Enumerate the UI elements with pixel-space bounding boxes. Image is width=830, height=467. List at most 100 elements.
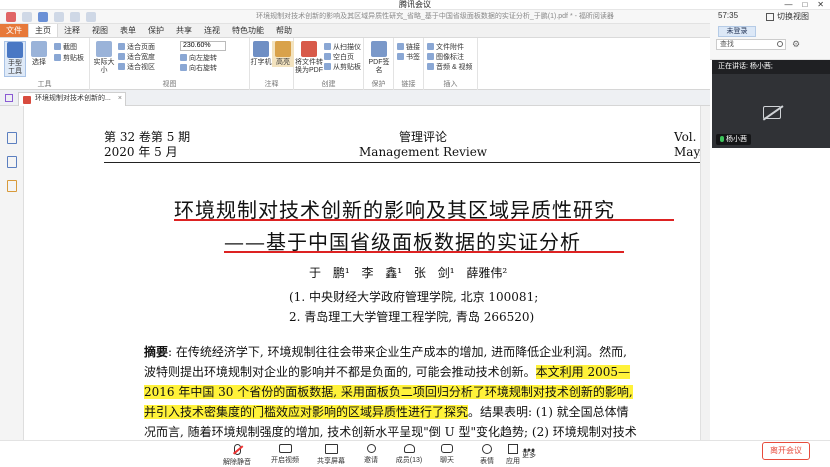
start-video-button[interactable]: 开启视频 [266,444,304,465]
blank-page-icon [324,53,331,60]
rotate-right-icon [180,64,187,71]
members-button[interactable]: 成员(13) [390,444,428,465]
fit-width-label: 适合宽度 [127,53,155,61]
tab-file[interactable]: 文件 [0,24,28,37]
switch-view-button[interactable]: 切换视图 [766,11,809,22]
rotate-right-button[interactable]: 向右旋转 [180,63,217,72]
signature-icon [371,41,387,57]
fit-page-button[interactable]: 适合页面 [118,42,155,51]
select-tool-button[interactable]: 选择 [28,41,50,67]
highlight-button[interactable]: 高亮 [272,41,294,67]
print-icon[interactable] [54,12,64,22]
redo-icon[interactable] [86,12,96,22]
pdf-sign-button[interactable]: PDF签名 [368,41,390,75]
actual-size-button[interactable]: 实际大小 [93,41,115,75]
rotate-left-button[interactable]: 向左旋转 [180,53,217,62]
fit-page-icon [118,43,125,50]
convert-pdf-button[interactable]: 将文件转换为PDF [295,41,323,75]
maximize-button[interactable]: □ [802,0,807,10]
scanner-icon [324,43,331,50]
document-tab[interactable]: 环境规制对技术创新的... × [18,92,126,106]
group-label-protect: 保护 [371,81,386,88]
minimize-button[interactable]: — [784,0,792,10]
share-screen-button[interactable]: 共享屏幕 [312,444,350,466]
attachment-icon [427,43,434,50]
hand-tool-button[interactable]: 手型工具 [4,41,26,77]
from-scanner-button[interactable]: 从扫描仪 [324,42,361,51]
abstract-highlight-4: 并引入技术密集度的门槛效应对影响的区域异质性进行了探究 [144,405,469,419]
gear-icon[interactable]: ⚙ [792,39,800,50]
bookmark-label: 书签 [406,53,420,61]
meeting-title: 腾讯会议 [399,0,431,9]
tab-home[interactable]: 主页 [28,24,58,37]
audio-video-button[interactable]: 音频 & 视频 [427,62,473,71]
tab-help[interactable]: 帮助 [270,24,298,37]
bookmark-button[interactable]: 书签 [397,52,420,61]
header-rule [104,162,704,163]
save-icon[interactable] [38,12,48,22]
document-tab-strip: 环境规制对技术创新的... × [0,90,710,106]
page-header-center: 管理评论 Management Review [359,130,487,160]
pages-panel-icon[interactable] [7,156,17,168]
from-clipboard-button[interactable]: 从剪贴板 [324,62,361,71]
start-page-icon[interactable] [5,94,13,102]
hand-tool-label: 手型工具 [8,60,22,75]
unmute-label: 解除静音 [223,459,251,466]
link-label: 链接 [406,43,420,51]
close-button[interactable]: ✕ [817,0,824,10]
document-scrollbar[interactable] [700,106,710,440]
screen-share-icon [324,444,338,454]
abstract-text-4: 。结果表明: (1) 就全国总体情 [468,405,629,419]
tab-connect[interactable]: 连视 [198,24,226,37]
chat-button[interactable]: 聊天 [428,444,466,465]
fit-visible-button[interactable]: 适合视区 [118,62,155,71]
abstract-text-5: 况而言, 随着环境规制强度的增加, 技术创新水平呈现"倒 U 型"变化趋势; (… [144,425,637,439]
start-video-label: 开启视频 [271,457,299,464]
tab-comment[interactable]: 注释 [58,24,86,37]
fit-width-icon [118,53,125,60]
invite-button[interactable]: 邀请 [352,444,390,465]
close-tab-icon[interactable]: × [118,93,122,105]
more-button[interactable]: 更多 [510,444,548,460]
pdf-window-title: 环境规制对技术创新的影响及其区域异质性研究_省略_基于中国省级面板数据的实证分析… [256,13,614,20]
rotate-left-icon [180,54,187,61]
file-attachment-button[interactable]: 文件附件 [427,42,464,51]
search-icon [777,41,783,47]
leave-meeting-button[interactable]: 离开会议 [762,442,810,460]
search-input[interactable]: 查找 [716,39,786,50]
fit-page-label: 适合页面 [127,43,155,51]
tab-view[interactable]: 视图 [86,24,114,37]
ribbon-group-comment: 打字机 高亮 注释 [250,38,294,90]
undo-icon[interactable] [70,12,80,22]
publication-date: 2020 年 5 月 [104,145,178,159]
unmute-button[interactable]: 解除静音 [218,444,256,467]
speaking-indicator: 正在讲话: 杨小茜; [712,60,830,74]
abstract-line-2: 波特则提出环境规制对企业的影响并不都是负面的, 可能会推动技术创新。本文利用 2… [144,362,704,382]
ribbon-group-view: 实际大小 适合页面 适合宽度 适合视区 230.60% 向左旋转 向右旋转 视图 [90,38,250,90]
open-icon[interactable] [22,12,32,22]
camera-icon [54,43,61,50]
fit-width-button[interactable]: 适合宽度 [118,52,155,61]
tab-share[interactable]: 共享 [170,24,198,37]
blank-page-button[interactable]: 空白页 [324,52,354,61]
link-button[interactable]: 链接 [397,42,420,51]
layers-panel-icon[interactable] [7,180,17,192]
meeting-timer: 57:35 [718,11,739,20]
tab-form[interactable]: 表单 [114,24,142,37]
tab-features[interactable]: 特色功能 [226,24,270,37]
login-button[interactable]: 未登录 [718,26,756,37]
zoom-input[interactable]: 230.60% [180,41,226,51]
bookmarks-panel-icon[interactable] [7,132,17,144]
document-viewport[interactable]: 第 32 卷第 5 期 2020 年 5 月 管理评论 Management R… [24,106,710,440]
snapshot-button[interactable]: 截图 [54,42,77,51]
pdf-file-icon [23,96,31,104]
typewriter-button[interactable]: 打字机 [250,41,272,67]
emoji-label: 表情 [480,458,494,465]
image-annotation-button[interactable]: 图像标注 [427,52,464,61]
clipboard-icon [54,54,61,61]
pdf-title-bar: 环境规制对技术创新的影响及其区域异质性研究_省略_基于中国省级面板数据的实证分析… [0,10,710,24]
clipboard-button[interactable]: 剪贴板 [54,53,84,62]
clipboard-label: 剪贴板 [63,54,84,62]
tab-protect[interactable]: 保护 [142,24,170,37]
group-label-tools: 工具 [37,81,52,88]
